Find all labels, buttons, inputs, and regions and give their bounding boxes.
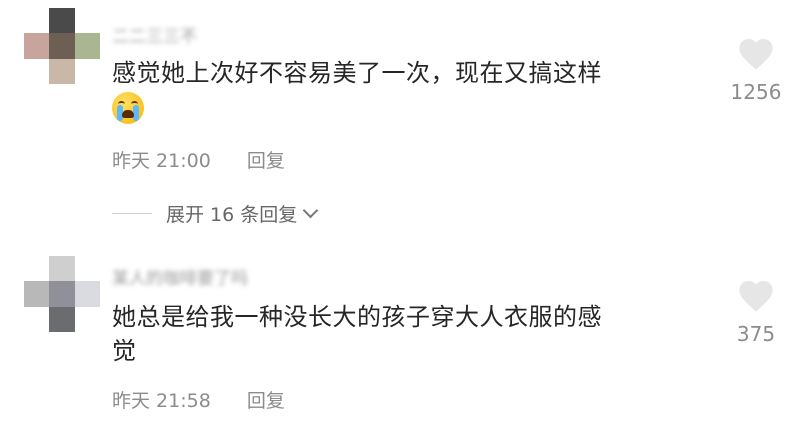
like-button[interactable]: 1256 (716, 34, 796, 104)
comment-text: 她总是给我一种没长大的孩子穿大人衣服的感 觉 (112, 300, 712, 368)
comment-meta: 昨天 21:58 回复 (112, 386, 285, 413)
username[interactable]: 二二三三不 (112, 22, 197, 47)
timestamp: 昨天 21:00 (112, 150, 211, 172)
reply-button[interactable]: 回复 (247, 150, 285, 172)
avatar[interactable] (24, 8, 100, 84)
divider (112, 213, 152, 214)
loudly-crying-face-icon (112, 92, 144, 124)
comment-text-line: 她总是给我一种没长大的孩子穿大人衣服的感 (112, 303, 602, 331)
like-count: 1256 (730, 80, 782, 104)
expand-replies-label: 展开 16 条回复 (166, 204, 298, 226)
username[interactable]: 某人的咖啡要了吗 (112, 264, 248, 289)
like-button[interactable]: 375 (716, 276, 796, 346)
avatar[interactable] (24, 256, 100, 332)
heart-icon (739, 39, 773, 70)
timestamp: 昨天 21:58 (112, 390, 211, 412)
like-count: 375 (736, 322, 776, 346)
comment-text-line: 觉 (112, 337, 137, 365)
comment-text-line: 感觉她上次好不容易美了一次，现在又搞这样 (112, 59, 602, 87)
chevron-down-icon (302, 202, 319, 219)
reply-button[interactable]: 回复 (247, 390, 285, 412)
comment-item: 二二三三不 感觉她上次好不容易美了一次，现在又搞这样 昨天 21:00 回复 展… (0, 0, 800, 240)
comment-item: 某人的咖啡要了吗 她总是给我一种没长大的孩子穿大人衣服的感 觉 昨天 21:58… (0, 240, 800, 431)
heart-icon (739, 281, 773, 312)
expand-replies-button[interactable]: 展开 16 条回复 (112, 200, 319, 227)
comment-text: 感觉她上次好不容易美了一次，现在又搞这样 (112, 56, 712, 124)
comment-meta: 昨天 21:00 回复 (112, 146, 285, 173)
